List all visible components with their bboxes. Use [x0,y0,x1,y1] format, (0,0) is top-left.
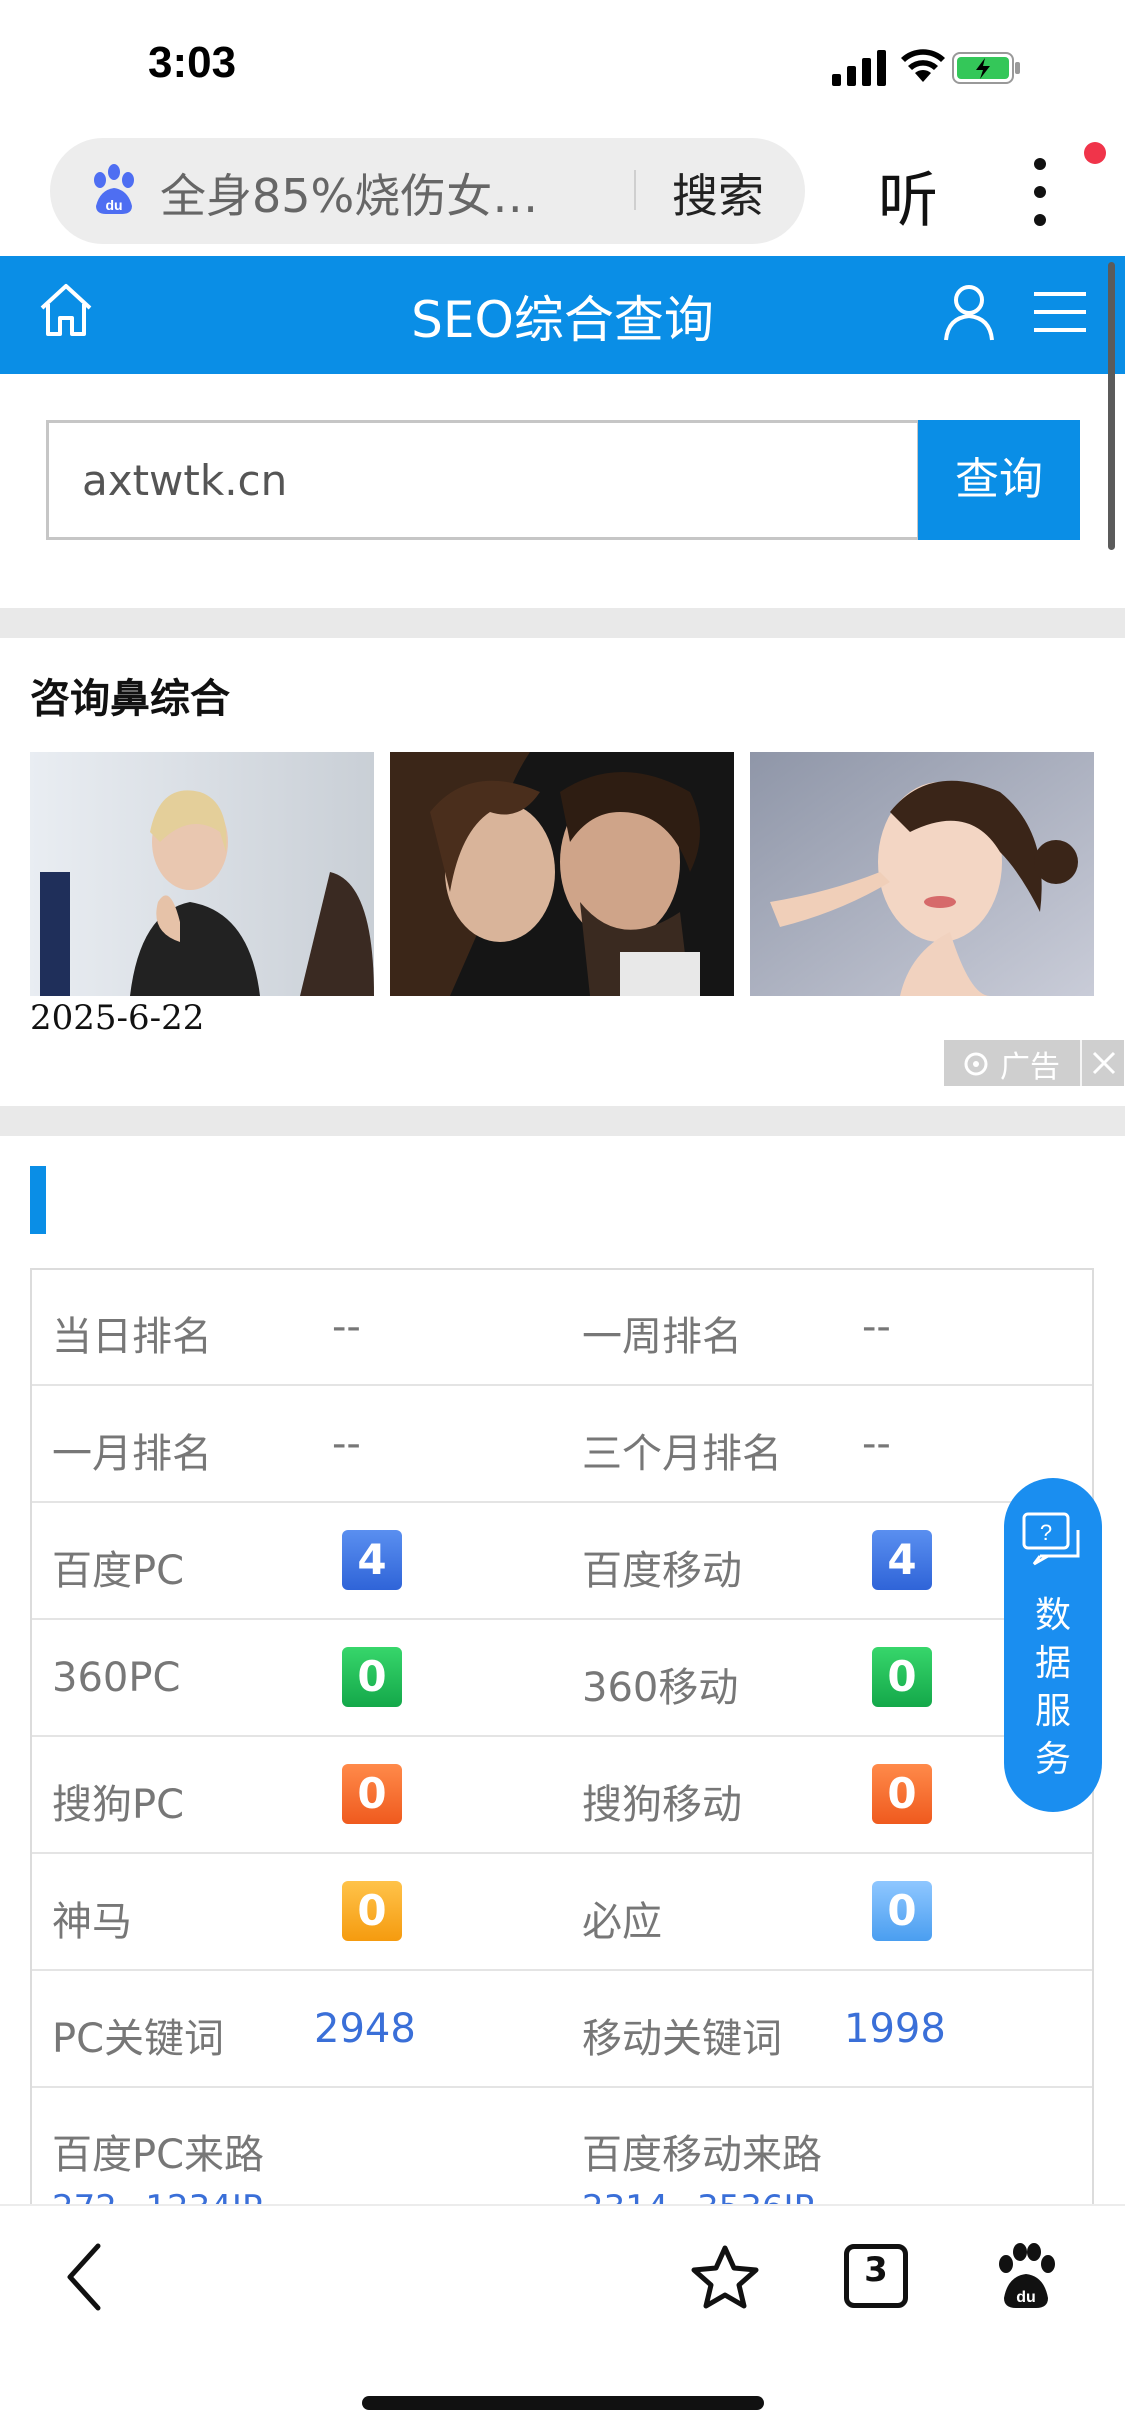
ad-badge-label: 广告 [1000,1050,1060,1085]
close-icon[interactable] [1082,1040,1125,1086]
weight-badge[interactable]: 4 [872,1530,932,1590]
traffic-label: 百度PC来路 [52,2132,265,2178]
mobile-keyword-count[interactable]: 1998 [844,2006,946,2052]
traffic-label: 百度移动来路 [582,2132,822,2178]
table-label: 一周排名 [582,1314,742,1360]
status-time: 3:03 [148,38,237,87]
pc-keyword-count[interactable]: 2948 [314,2006,416,2052]
search-button[interactable]: 搜索 [672,160,764,226]
baidu-paw-icon: du [94,164,134,214]
weight-badge[interactable]: 4 [342,1530,402,1590]
engine-label: 搜狗PC [52,1782,185,1828]
table-value: -- [862,1304,891,1350]
row-divider [32,1384,1092,1386]
pill-divider [634,170,636,210]
ad-image-3[interactable] [750,752,1094,996]
row-divider [32,1618,1092,1620]
table-label: 三个月排名 [582,1431,782,1477]
search-query-text[interactable]: 全身85%烧伤女… [160,160,538,226]
back-icon[interactable] [62,2240,106,2314]
label-char: 据 [1034,1643,1071,1684]
section-divider [0,608,1125,638]
weight-badge[interactable]: 0 [872,1881,932,1941]
domain-input-value[interactable]: axtwtk.cn [82,456,287,505]
keyword-label: 移动关键词 [582,2016,782,2062]
engine-label: 360PC [52,1655,181,1701]
table-value: -- [332,1421,361,1467]
row-divider [32,2086,1092,2088]
engine-label: 360移动 [582,1665,739,1711]
wifi-icon [901,49,945,82]
engine-label: 神马 [52,1899,132,1945]
weight-badge[interactable]: 0 [342,1881,402,1941]
battery-icon [952,52,1020,84]
rank-table [30,1268,1094,2208]
table-label: 当日排名 [52,1314,212,1360]
star-icon[interactable] [690,2244,760,2310]
row-divider [32,1735,1092,1737]
data-service-label[interactable]: 数 据 服 务 [1004,1592,1102,1784]
weight-badge[interactable]: 0 [342,1764,402,1824]
row-divider [32,1969,1092,1971]
ad-image-2[interactable] [390,752,734,996]
engine-label: 百度移动 [582,1548,742,1594]
ad-date: 2025-6-22 [30,998,205,1038]
listen-button[interactable]: 听 [878,152,938,239]
engine-label: 百度PC [52,1548,185,1594]
table-value: -- [862,1421,891,1467]
engine-label: 必应 [582,1899,662,1945]
engine-label: 搜狗移动 [582,1782,742,1828]
table-label: 一月排名 [52,1431,212,1477]
label-char: 务 [1034,1739,1071,1780]
label-char: 服 [1034,1691,1071,1732]
ad-close-button[interactable] [1080,1040,1124,1086]
ad-title[interactable]: 咨询鼻综合 [30,666,230,724]
ad-image-1[interactable] [30,752,374,996]
table-value: -- [332,1304,361,1350]
home-indicator[interactable] [362,2396,764,2410]
scrollbar[interactable] [1108,262,1115,550]
svg-text:du: du [1016,2289,1036,2306]
menu-icon[interactable] [1034,290,1086,334]
ad-info-icon [964,1052,988,1076]
baidu-paw-icon[interactable]: du [994,2240,1058,2310]
weight-badge[interactable]: 0 [872,1647,932,1707]
weight-badge[interactable]: 0 [872,1764,932,1824]
section-marker [30,1166,46,1234]
notification-dot [1084,142,1106,164]
svg-text:?: ? [1040,1520,1052,1545]
tabs-count[interactable]: 3 [844,2250,908,2290]
chat-question-icon: ? [1022,1512,1080,1566]
keyword-label: PC关键词 [52,2016,225,2062]
label-char: 数 [1034,1595,1071,1636]
query-button[interactable]: 查询 [918,420,1080,540]
signal-icon [832,50,886,86]
section-divider [0,1106,1125,1136]
svg-text:du: du [105,197,122,213]
row-divider [32,1501,1092,1503]
user-icon[interactable] [942,282,996,342]
weight-badge[interactable]: 0 [342,1647,402,1707]
more-icon[interactable] [1030,154,1050,230]
row-divider [32,1852,1092,1854]
